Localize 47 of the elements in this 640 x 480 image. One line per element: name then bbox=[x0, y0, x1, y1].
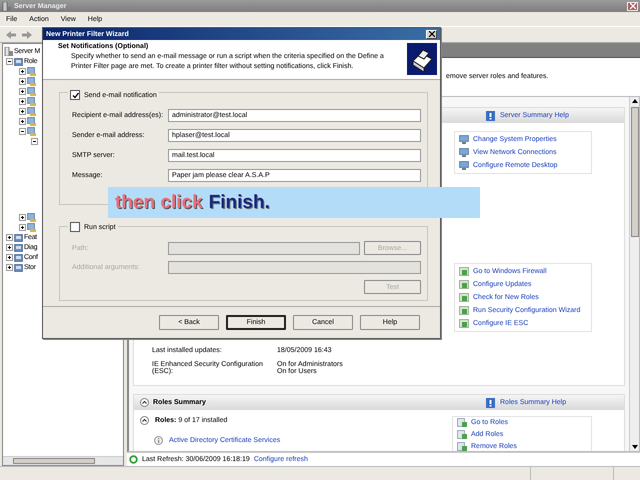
collapse-icon[interactable] bbox=[140, 398, 149, 408]
role-icon[interactable] bbox=[27, 222, 36, 232]
checkbox[interactable] bbox=[70, 90, 80, 100]
vertical-scrollbar[interactable] bbox=[629, 97, 639, 452]
help-icon bbox=[486, 110, 495, 121]
scroll-up-arrow-icon[interactable] bbox=[632, 99, 638, 104]
role-icon[interactable] bbox=[27, 76, 36, 86]
info-icon bbox=[154, 436, 163, 446]
horizontal-scrollbar[interactable] bbox=[3, 456, 123, 465]
computer-icon bbox=[459, 148, 469, 158]
expander-icon[interactable] bbox=[19, 98, 26, 104]
expander-icon[interactable] bbox=[6, 244, 13, 250]
help-icon bbox=[486, 398, 495, 408]
role-icon[interactable] bbox=[27, 66, 36, 76]
computer-icon bbox=[459, 161, 469, 170]
role-icon[interactable] bbox=[27, 106, 36, 116]
printer-icon bbox=[407, 43, 437, 75]
role-icon[interactable] bbox=[27, 86, 36, 96]
refresh-icon[interactable] bbox=[129, 455, 138, 464]
collapse-icon[interactable] bbox=[140, 416, 149, 426]
server-icon bbox=[2, 2, 11, 10]
arguments-field[interactable] bbox=[168, 261, 421, 274]
expander-icon[interactable] bbox=[19, 214, 26, 220]
caption-text: then click Finish. bbox=[115, 192, 270, 214]
expander-icon[interactable] bbox=[19, 68, 26, 74]
expander-icon[interactable] bbox=[19, 224, 26, 230]
role-icon[interactable] bbox=[27, 116, 36, 126]
expander-icon[interactable] bbox=[19, 128, 26, 134]
expander-icon[interactable] bbox=[19, 118, 26, 124]
expander-icon[interactable] bbox=[31, 138, 38, 144]
scroll-down-arrow-icon[interactable] bbox=[632, 445, 638, 450]
role-icon[interactable] bbox=[27, 126, 36, 136]
checkbox[interactable] bbox=[70, 222, 80, 232]
expander-icon[interactable] bbox=[6, 254, 13, 260]
expander-icon[interactable] bbox=[6, 58, 13, 64]
role-icon[interactable] bbox=[27, 96, 36, 106]
server-icon bbox=[457, 430, 467, 440]
expander-icon[interactable] bbox=[6, 264, 13, 270]
expander-icon[interactable] bbox=[19, 78, 26, 84]
expander-icon[interactable] bbox=[6, 234, 13, 240]
computer-icon bbox=[459, 135, 469, 144]
path-field[interactable] bbox=[168, 242, 360, 254]
role-icon[interactable] bbox=[27, 212, 36, 222]
expander-icon[interactable] bbox=[19, 88, 26, 94]
server-icon bbox=[457, 442, 467, 452]
folder-icon bbox=[14, 56, 23, 66]
expander-icon[interactable] bbox=[19, 108, 26, 114]
